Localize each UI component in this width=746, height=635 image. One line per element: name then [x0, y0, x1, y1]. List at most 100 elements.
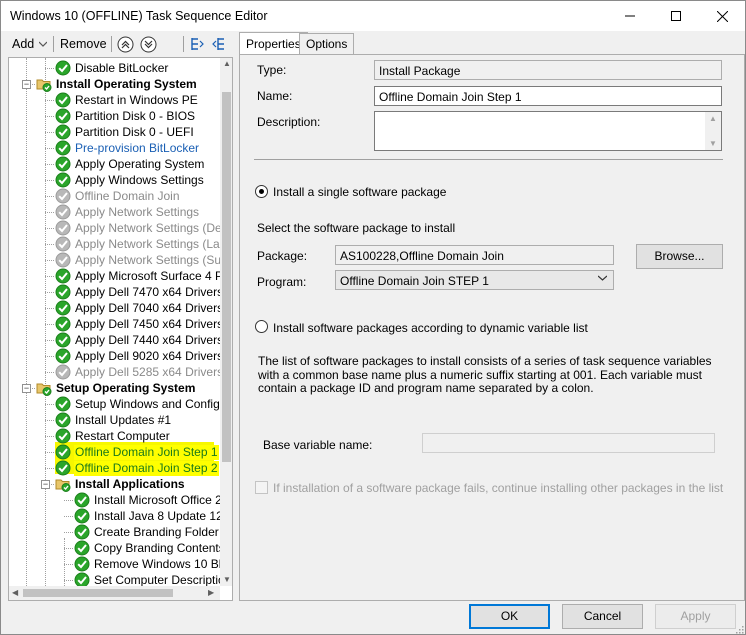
title-bar: Windows 10 (OFFLINE) Task Sequence Edito… — [1, 1, 745, 31]
tree-item-label: Apply Network Settings (Desk — [75, 220, 220, 235]
tree-connector — [64, 516, 73, 517]
tree-item-label: Apply Dell 7450 x64 Drivers — [75, 316, 220, 331]
tree-connector — [45, 116, 54, 117]
radio-dynamic-list[interactable] — [255, 320, 268, 333]
name-input[interactable]: Offline Domain Join Step 1 — [374, 86, 722, 106]
tree-step[interactable]: Apply Dell 5285 x64 Drivers — [55, 364, 220, 380]
tree-item-label: Setup Windows and Configura — [75, 396, 220, 411]
ok-button[interactable]: OK — [469, 604, 550, 629]
tree-step[interactable]: Partition Disk 0 - UEFI — [55, 124, 195, 140]
tree-step[interactable]: Offline Domain Join — [55, 188, 181, 204]
tree-item-label: Apply Dell 7440 x64 Drivers — [75, 332, 220, 347]
tree-step[interactable]: Apply Network Settings (Desk — [55, 220, 220, 236]
tree-step[interactable]: Install Java 8 Update 121 — [74, 508, 220, 524]
tree-step[interactable]: Apply Windows Settings — [55, 172, 205, 188]
tree-step[interactable]: Apply Dell 7440 x64 Drivers — [55, 332, 220, 348]
remove-button[interactable]: Remove — [60, 33, 107, 55]
base-variable-input[interactable] — [422, 433, 715, 453]
tree-item-label: Install Updates #1 — [75, 412, 172, 427]
collapse-toggle-icon[interactable]: − — [41, 480, 50, 489]
success-check-icon — [55, 284, 71, 300]
collapse-toggle-icon[interactable]: − — [22, 80, 31, 89]
tree-step[interactable]: Apply Network Settings (Lapto — [55, 236, 220, 252]
tree-horizontal-scrollbar[interactable]: ◀ ▶ — [9, 586, 220, 600]
tree-connector — [45, 404, 54, 405]
collapse-toggle-icon[interactable]: − — [22, 384, 31, 393]
continue-on-failure-label: If installation of a software package fa… — [273, 481, 724, 495]
tree-connector — [45, 100, 54, 101]
tree-step[interactable]: Remove Windows 10 Bloa — [74, 556, 220, 572]
tree-connector — [45, 308, 54, 309]
program-select[interactable]: Offline Domain Join STEP 1 — [335, 270, 614, 290]
tree-step[interactable]: Offline Domain Join Step 2 — [55, 460, 219, 476]
tree-step[interactable]: Restart in Windows PE — [55, 92, 199, 108]
success-check-icon — [55, 428, 71, 444]
expand-all-button[interactable] — [212, 33, 228, 55]
task-sequence-tree[interactable]: Disable BitLocker Install Operating Syste… — [9, 58, 220, 586]
tab-properties[interactable]: Properties — [239, 32, 308, 54]
description-scrollbar[interactable]: ▲ ▼ — [705, 112, 721, 150]
chevron-down-icon — [39, 41, 48, 47]
scroll-thumb[interactable] — [222, 92, 231, 462]
scroll-thumb[interactable] — [23, 589, 173, 597]
add-button[interactable]: Add — [12, 33, 48, 55]
disabled-step-icon — [55, 220, 71, 236]
move-down-button[interactable] — [140, 33, 157, 55]
radio-single-package-label: Install a single software package — [273, 185, 447, 199]
close-button[interactable] — [699, 1, 745, 31]
scroll-down-icon: ▼ — [223, 575, 231, 584]
tree-step[interactable]: Set Computer Description — [74, 572, 220, 586]
disabled-step-icon — [55, 204, 71, 220]
success-check-icon — [55, 412, 71, 428]
tree-vertical-scrollbar[interactable]: ▲ ▼ — [220, 58, 232, 586]
tree-step[interactable]: Disable BitLocker — [55, 60, 169, 76]
tree-connector — [45, 436, 54, 437]
description-input[interactable] — [374, 111, 722, 151]
scroll-left-icon: ◀ — [12, 588, 19, 597]
tree-item-label: Apply Network Settings (Surfa — [75, 252, 220, 267]
tree-item-label: Set Computer Description — [94, 572, 220, 587]
move-up-button[interactable] — [117, 33, 134, 55]
radio-single-package[interactable] — [255, 185, 268, 198]
tree-step[interactable]: Offline Domain Join Step 1 — [55, 444, 219, 460]
tree-step[interactable]: Apply Network Settings (Surfa — [55, 252, 220, 268]
browse-button[interactable]: Browse... — [636, 244, 723, 269]
tree-item-label: Apply Dell 5285 x64 Drivers — [75, 364, 220, 379]
tree-group[interactable]: Install Applications — [55, 476, 186, 492]
tree-step[interactable]: Install Microsoft Office 201 — [74, 492, 220, 508]
tab-options[interactable]: Options — [299, 33, 355, 54]
disabled-step-icon — [55, 364, 71, 380]
resize-grip-icon[interactable] — [734, 624, 744, 634]
tree-step[interactable]: Apply Network Settings — [55, 204, 200, 220]
success-check-icon — [74, 524, 90, 540]
continue-on-failure-checkbox[interactable] — [255, 481, 268, 494]
tree-group[interactable]: Install Operating System — [36, 76, 198, 92]
success-check-icon — [74, 492, 90, 508]
maximize-button[interactable] — [653, 1, 699, 31]
tree-step[interactable]: Create Branding Folder — [74, 524, 220, 540]
success-check-icon — [55, 124, 71, 140]
tree-step[interactable]: Install Updates #1 — [55, 412, 172, 428]
collapse-all-button[interactable] — [189, 33, 205, 55]
tree-step[interactable]: Setup Windows and Configura — [55, 396, 220, 412]
toolbar: Add Remove — [5, 33, 233, 55]
tree-step[interactable]: Partition Disk 0 - BIOS — [55, 108, 196, 124]
tree-step[interactable]: Apply Microsoft Surface 4 Pro — [55, 268, 220, 284]
apply-button[interactable]: Apply — [655, 604, 736, 629]
tree-step[interactable]: Copy Branding Contents — [74, 540, 220, 556]
tree-step[interactable]: Apply Dell 9020 x64 Drivers — [55, 348, 220, 364]
close-icon — [716, 10, 728, 22]
collapse-icon — [191, 38, 204, 50]
tree-step[interactable]: Restart Computer — [55, 428, 171, 444]
tree-item-label: Apply Microsoft Surface 4 Pro — [75, 268, 220, 283]
tree-item-label: Pre-provision BitLocker — [75, 140, 200, 155]
tree-step[interactable]: Apply Dell 7040 x64 Drivers — [55, 300, 220, 316]
tree-step[interactable]: Pre-provision BitLocker — [55, 140, 200, 156]
tree-group[interactable]: Setup Operating System — [36, 380, 196, 396]
tree-step[interactable]: Apply Dell 7470 x64 Drivers — [55, 284, 220, 300]
minimize-button[interactable] — [607, 1, 653, 31]
tree-step[interactable]: Apply Dell 7450 x64 Drivers — [55, 316, 220, 332]
success-check-icon — [55, 444, 71, 460]
cancel-button[interactable]: Cancel — [562, 604, 643, 629]
tree-step[interactable]: Apply Operating System — [55, 156, 205, 172]
